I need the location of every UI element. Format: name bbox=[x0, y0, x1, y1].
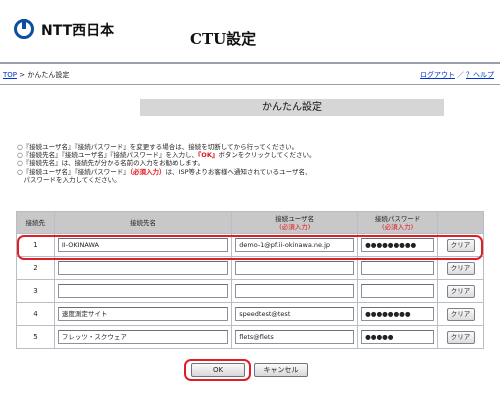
connection-name-input[interactable]: 速度測定サイト bbox=[57, 307, 229, 321]
instructions: ○『接続ユーザ名』『接続パスワード』を変更する場合は、接続を切断してから行ってく… bbox=[17, 143, 487, 184]
note-line: ○『接続ユーザ名』『接続パスワード』（必須入力）は、ISP等よりお客様へ通知され… bbox=[17, 167, 312, 176]
row-number: 4 bbox=[16, 302, 55, 326]
table-row: 1 II-OKINAWA demo-1@pf.ii-okinawa.ne.jp … bbox=[16, 233, 484, 257]
breadcrumb-bar: TOP > かんたん設定 ログアウト／？ヘルプ bbox=[0, 68, 500, 82]
ok-button[interactable]: OK bbox=[191, 363, 245, 377]
note-line: パスワードを入力してください。 bbox=[17, 175, 121, 184]
connection-password-input[interactable] bbox=[361, 261, 435, 275]
header-connection-number: 接続先 bbox=[16, 211, 55, 234]
header: NTT西日本 CTU設定 bbox=[0, 0, 500, 62]
connection-user-input[interactable]: speedtest@test bbox=[235, 307, 355, 321]
page-title: CTU設定 bbox=[190, 30, 257, 48]
row-number: 5 bbox=[16, 325, 55, 349]
row-number: 1 bbox=[16, 233, 55, 257]
brand-logo-text: NTT西日本 bbox=[41, 23, 115, 39]
clear-button[interactable]: クリア bbox=[446, 284, 475, 298]
connection-user-input[interactable] bbox=[235, 261, 355, 275]
section-title: かんたん設定 bbox=[140, 99, 444, 116]
row-number: 2 bbox=[16, 256, 55, 280]
connection-name-input[interactable]: II-OKINAWA bbox=[57, 238, 229, 252]
logout-link[interactable]: ログアウト bbox=[420, 71, 455, 79]
breadcrumb-top-link[interactable]: TOP bbox=[3, 71, 17, 79]
table-row: 4 速度測定サイト speedtest@test ●●●●●●●● クリア bbox=[16, 302, 484, 326]
header-connection-name: 接続先名 bbox=[53, 211, 233, 234]
help-link[interactable]: ？ヘルプ bbox=[466, 71, 494, 79]
breadcrumb: TOP > かんたん設定 bbox=[3, 70, 69, 80]
header-connection-password: 接続パスワード (必須入力) bbox=[357, 211, 439, 234]
connection-table: 接続先 接続先名 接続ユーザ名 (必須入力) 接続パスワード (必須入力) 1 II… bbox=[16, 211, 484, 349]
note-line: ○『接続ユーザ名』『接続パスワード』を変更する場合は、接続を切断してから行ってく… bbox=[17, 143, 299, 151]
table-row: 5 フレッツ・スクウェア flets@flets ●●●●● クリア bbox=[16, 325, 484, 349]
connection-name-input[interactable] bbox=[57, 284, 229, 298]
row-number: 3 bbox=[16, 279, 55, 303]
table-header-row: 接続先 接続先名 接続ユーザ名 (必須入力) 接続パスワード (必須入力) bbox=[16, 211, 484, 234]
header-clear bbox=[437, 211, 484, 234]
breadcrumb-divider bbox=[0, 84, 500, 85]
header-divider bbox=[0, 62, 500, 64]
clear-button[interactable]: クリア bbox=[446, 330, 475, 344]
connection-user-input[interactable]: demo-1@pf.ii-okinawa.ne.jp bbox=[235, 238, 355, 252]
link-separator: ／ bbox=[457, 71, 464, 79]
connection-name-input[interactable]: フレッツ・スクウェア bbox=[57, 330, 229, 344]
connection-password-input[interactable]: ●●●●● bbox=[361, 330, 435, 344]
cancel-button[interactable]: キャンセル bbox=[254, 363, 308, 377]
clear-button[interactable]: クリア bbox=[446, 307, 475, 321]
connection-name-input[interactable] bbox=[57, 261, 229, 275]
top-links: ログアウト／？ヘルプ bbox=[420, 70, 494, 80]
breadcrumb-current: かんたん設定 bbox=[27, 71, 70, 79]
connection-password-input[interactable]: ●●●●●●●●● bbox=[361, 238, 435, 252]
clear-button[interactable]: クリア bbox=[446, 261, 475, 275]
connection-user-input[interactable] bbox=[235, 284, 355, 298]
table-row: 2 クリア bbox=[16, 256, 484, 280]
connection-user-input[interactable]: flets@flets bbox=[235, 330, 355, 344]
breadcrumb-separator: > bbox=[19, 71, 26, 79]
connection-password-input[interactable]: ●●●●●●●● bbox=[361, 307, 435, 321]
clear-button[interactable]: クリア bbox=[446, 238, 475, 252]
connection-password-input[interactable] bbox=[361, 284, 435, 298]
header-connection-user: 接続ユーザ名 (必須入力) bbox=[231, 211, 359, 234]
note-line: ○『接続先名』は、接続先が分かる名前の入力をお勧めします。 bbox=[17, 159, 205, 168]
ntt-logo-icon bbox=[14, 19, 34, 39]
table-row: 3 クリア bbox=[16, 279, 484, 303]
